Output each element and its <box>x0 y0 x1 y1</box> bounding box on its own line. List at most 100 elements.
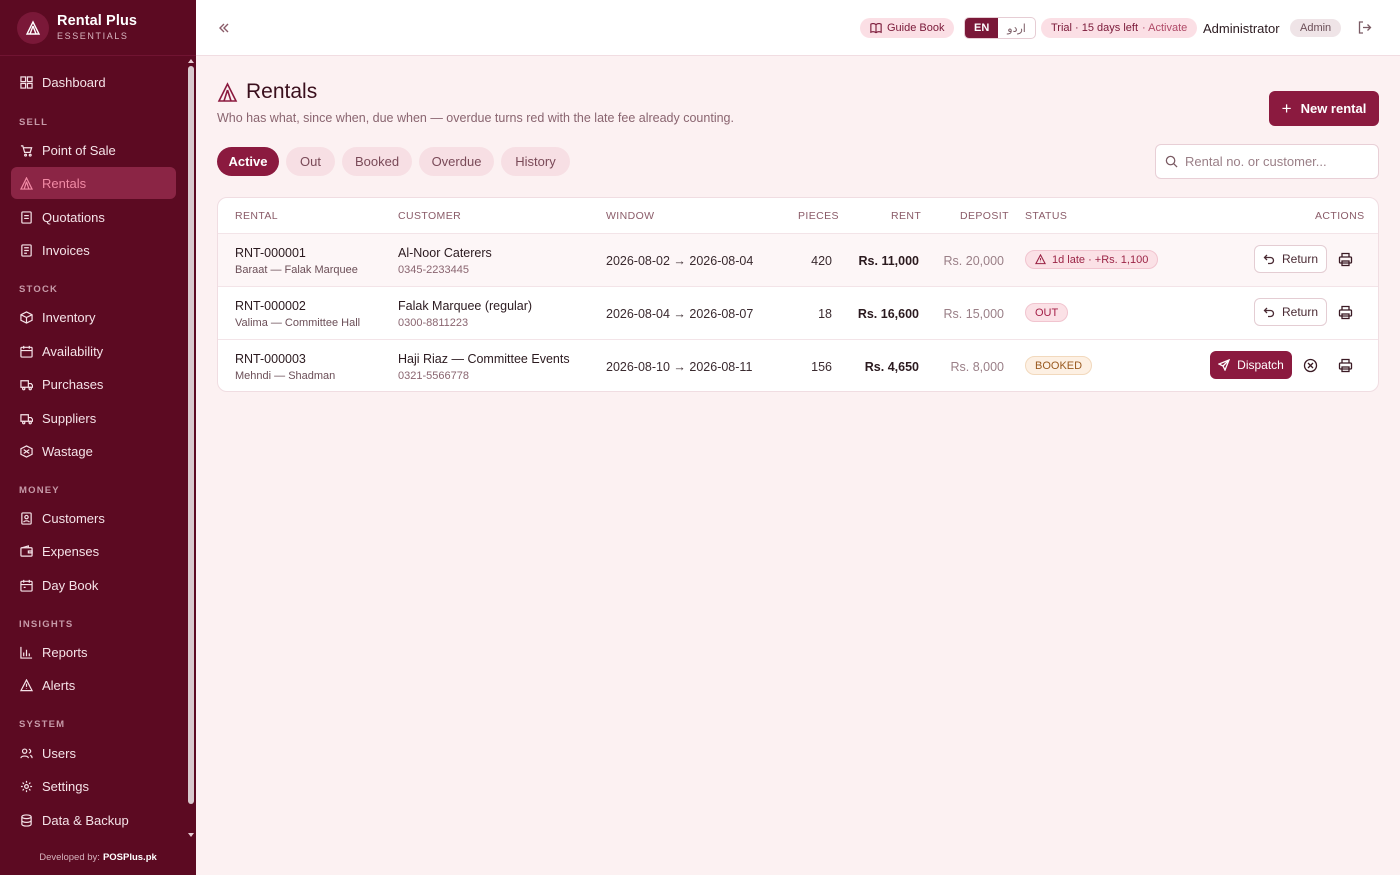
dispatch-label: Dispatch <box>1237 358 1284 372</box>
return-icon <box>1263 254 1275 265</box>
sidebar: Rental Plus ESSENTIALS Dashboard SELL Po… <box>0 0 196 875</box>
print-icon[interactable] <box>1338 252 1353 267</box>
sidebar-item-label: Expenses <box>42 543 100 559</box>
scroll-down-arrow-icon[interactable] <box>188 833 194 837</box>
customer-name: Haji Riaz — Committee Events <box>398 352 570 366</box>
sidebar-nav: Dashboard SELL Point of Sale Rentals Quo… <box>0 56 186 840</box>
rental-id[interactable]: RNT-000002 <box>235 299 306 313</box>
sidebar-item-quotations[interactable]: Quotations <box>11 201 176 233</box>
language-toggle: EN اردو <box>964 17 1036 39</box>
column-header-deposit[interactable]: DEPOSIT <box>960 210 1009 222</box>
sidebar-section-insights: INSIGHTS <box>19 619 74 630</box>
sidebar-section-money: MONEY <box>19 485 60 496</box>
tab-history[interactable]: History <box>501 147 570 176</box>
sidebar-item-purchases[interactable]: Purchases <box>11 368 176 400</box>
scroll-thumb[interactable] <box>188 66 194 804</box>
new-rental-button[interactable]: + New rental <box>1269 91 1379 126</box>
sidebar-item-day-book[interactable]: Day Book <box>11 569 176 601</box>
search-input[interactable] <box>1185 154 1365 169</box>
sidebar-item-rentals[interactable]: Rentals <box>11 167 176 199</box>
sidebar-item-label: Day Book <box>42 577 99 593</box>
sidebar-item-users[interactable]: Users <box>11 737 176 769</box>
lang-en-option[interactable]: EN <box>965 18 999 38</box>
sidebar-item-label: Point of Sale <box>42 142 116 158</box>
sidebar-item-customers[interactable]: Customers <box>11 502 176 534</box>
rental-window: 2026-08-10 → 2026-08-11 <box>606 360 753 374</box>
cancel-circle-icon[interactable] <box>1303 358 1318 373</box>
sidebar-scrollbar[interactable] <box>186 56 196 840</box>
column-header-window[interactable]: WINDOW <box>606 210 654 222</box>
sidebar-item-settings[interactable]: Settings <box>11 770 176 802</box>
sidebar-item-dashboard[interactable]: Dashboard <box>11 66 176 98</box>
rental-deposit: Rs. 20,000 <box>943 254 1004 268</box>
sidebar-item-label: Users <box>42 745 76 761</box>
tab-out[interactable]: Out <box>286 147 335 176</box>
logout-icon[interactable] <box>1357 20 1372 35</box>
sidebar-item-reports[interactable]: Reports <box>11 636 176 668</box>
sidebar-item-label: Purchases <box>42 376 104 392</box>
trial-activate-link[interactable]: · Activate <box>1142 22 1187 34</box>
status-badge: BOOKED <box>1025 356 1093 375</box>
sidebar-item-alerts[interactable]: Alerts <box>11 669 176 701</box>
wallet-icon <box>20 544 33 557</box>
return-button[interactable]: Return <box>1254 245 1327 273</box>
column-header-pieces[interactable]: PIECES <box>798 210 839 222</box>
chart-icon <box>20 646 33 659</box>
tab-overdue[interactable]: Overdue <box>419 147 494 176</box>
return-button[interactable]: Return <box>1254 298 1327 326</box>
lang-ur-option[interactable]: اردو <box>998 18 1035 38</box>
table-row[interactable]: RNT-000003 Mehndi — Shadman Haji Riaz — … <box>218 339 1378 391</box>
rental-id[interactable]: RNT-000003 <box>235 352 306 366</box>
sidebar-item-availability[interactable]: Availability <box>11 335 176 367</box>
column-header-customer[interactable]: CUSTOMER <box>398 210 461 222</box>
rental-rent: Rs. 16,600 <box>857 307 919 321</box>
brand-sub: ESSENTIALS <box>57 30 129 41</box>
supplier-icon <box>20 413 33 424</box>
new-rental-label: New rental <box>1300 101 1367 116</box>
return-label: Return <box>1281 305 1319 319</box>
sidebar-item-data-backup[interactable]: Data & Backup <box>11 804 176 836</box>
status-badge: OUT <box>1025 303 1069 322</box>
daybook-icon <box>20 579 33 592</box>
collapse-sidebar-icon[interactable] <box>216 20 232 36</box>
sidebar-item-label: Suppliers <box>42 410 97 426</box>
sidebar-item-label: Invoices <box>42 242 90 258</box>
sidebar-item-wastage[interactable]: Wastage <box>11 435 176 467</box>
print-icon[interactable] <box>1338 305 1353 320</box>
brand[interactable]: Rental Plus ESSENTIALS <box>0 0 196 56</box>
sidebar-item-label: Wastage <box>42 443 93 459</box>
sidebar-item-expenses[interactable]: Expenses <box>11 535 176 567</box>
sidebar-item-inventory[interactable]: Inventory <box>11 301 176 333</box>
cart-icon <box>20 144 33 157</box>
rental-id[interactable]: RNT-000001 <box>235 246 306 260</box>
rental-window: 2026-08-02 → 2026-08-04 <box>606 254 754 268</box>
dispatch-button[interactable]: Dispatch <box>1210 351 1292 379</box>
guide-book-button[interactable]: Guide Book <box>860 18 955 38</box>
dashboard-icon <box>20 75 33 89</box>
sidebar-section-system: SYSTEM <box>19 719 66 730</box>
sidebar-section-sell: SELL <box>19 117 49 128</box>
sidebar-item-label: Settings <box>42 778 89 794</box>
trial-badge[interactable]: Trial · 15 days left · Activate <box>1041 18 1198 38</box>
column-header-rent[interactable]: RENT <box>891 210 921 222</box>
print-icon[interactable] <box>1338 358 1353 373</box>
tab-active[interactable]: Active <box>217 147 279 176</box>
rentals-table: RENTAL CUSTOMER WINDOW PIECES RENT DEPOS… <box>217 197 1379 392</box>
table-row[interactable]: RNT-000001 Baraat — Falak Marquee Al-Noo… <box>218 233 1378 286</box>
sidebar-item-invoices[interactable]: Invoices <box>11 234 176 266</box>
rental-event: Mehndi — Shadman <box>235 370 336 382</box>
sidebar-item-point-of-sale[interactable]: Point of Sale <box>11 134 176 166</box>
rental-window: 2026-08-04 → 2026-08-07 <box>606 307 754 321</box>
database-icon <box>21 813 32 827</box>
sidebar-item-label: Reports <box>42 644 88 660</box>
sidebar-item-suppliers[interactable]: Suppliers <box>11 402 176 434</box>
sidebar-footer: Developed by: POSPlus.pk <box>0 840 196 875</box>
footer-brand[interactable]: POSPlus.pk <box>103 852 157 863</box>
column-header-status[interactable]: STATUS <box>1025 210 1067 222</box>
column-header-rental[interactable]: RENTAL <box>235 210 278 222</box>
table-row[interactable]: RNT-000002 Valima — Committee Hall Falak… <box>218 286 1378 339</box>
scroll-up-arrow-icon[interactable] <box>188 59 194 63</box>
send-icon <box>1218 359 1231 371</box>
tab-booked[interactable]: Booked <box>342 147 412 176</box>
customer-name: Al-Noor Caterers <box>398 246 492 260</box>
